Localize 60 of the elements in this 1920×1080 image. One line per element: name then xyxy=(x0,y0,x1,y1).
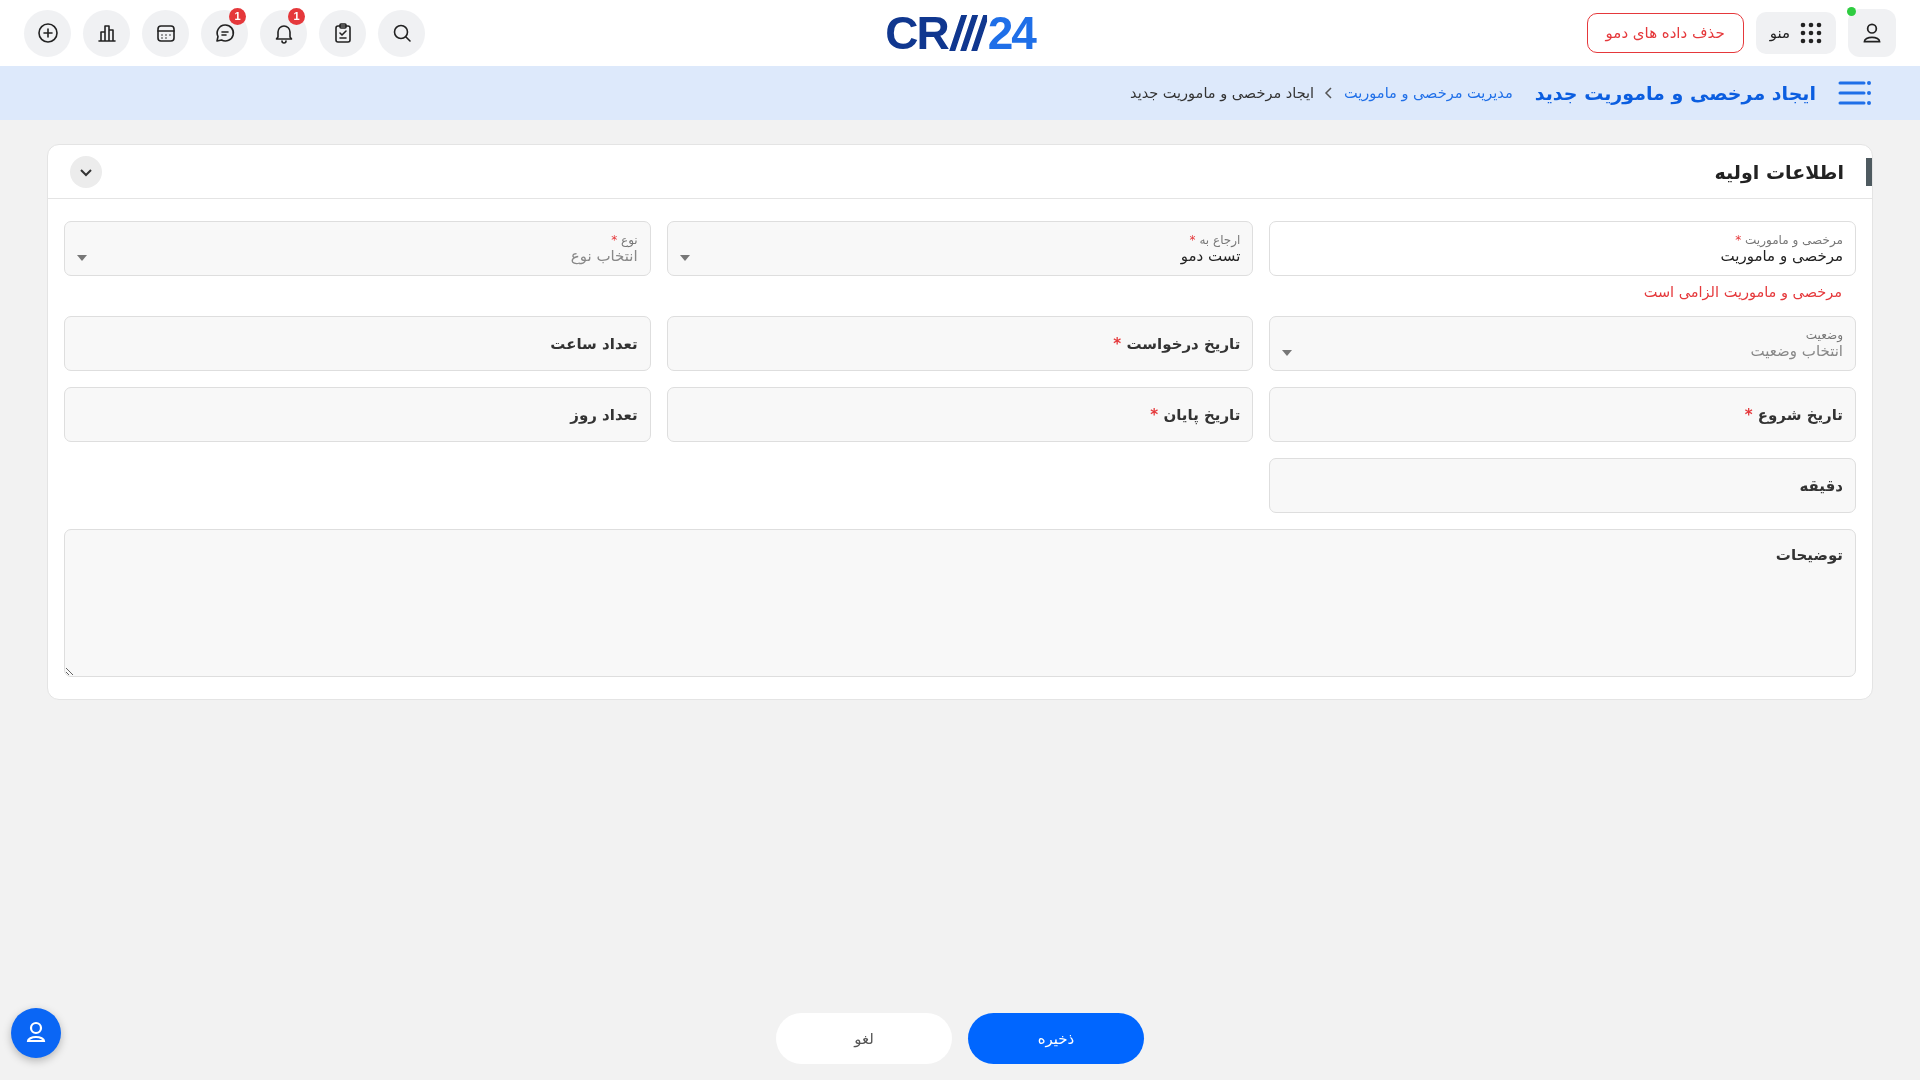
input-field[interactable]: مرخصی و ماموریت * مرخصی و ماموریت xyxy=(1269,221,1856,276)
select-field[interactable]: وضعیت انتخاب وضعیت xyxy=(1269,316,1856,371)
select-placeholder: انتخاب نوع xyxy=(570,246,638,265)
dropdown-caret-icon xyxy=(1282,350,1293,356)
selected-value: تست دمو xyxy=(1180,246,1241,265)
search-button[interactable] xyxy=(378,9,425,57)
field-label: ارجاع به * xyxy=(1189,232,1241,247)
field-label: تعداد ساعت xyxy=(550,334,638,353)
chevron-icon xyxy=(1324,87,1335,99)
field-label: نوع * xyxy=(611,232,638,247)
page-title: ایجاد مرخصی و ماموریت جدید xyxy=(1534,82,1816,104)
text-input[interactable]: مرخصی و ماموریت xyxy=(1720,246,1843,265)
dropdown-caret-icon xyxy=(679,255,690,261)
field-label: تعداد روز xyxy=(570,405,638,424)
collapse-button[interactable] xyxy=(70,155,102,188)
select-field[interactable]: ارجاع به * تست دمو xyxy=(666,221,1254,276)
required-mark: * xyxy=(1189,232,1196,247)
delete-demo-data-button[interactable]: حذف داده های دمو xyxy=(1586,13,1744,53)
input-field[interactable]: تعداد ساعت xyxy=(64,316,651,371)
apps-grid-icon xyxy=(1800,22,1822,44)
notification-badge: 1 xyxy=(229,7,246,25)
description-field[interactable]: توضیحات xyxy=(64,529,1856,677)
bell-button[interactable]: 1 xyxy=(260,9,307,57)
required-mark: * xyxy=(611,232,618,247)
section-title: اطلاعات اولیه xyxy=(1714,157,1872,186)
input-field[interactable]: تعداد روز xyxy=(64,387,651,442)
required-mark: * xyxy=(1113,334,1122,353)
select-field[interactable]: نوع * انتخاب نوع xyxy=(64,221,651,276)
required-mark: * xyxy=(1150,405,1159,424)
plus-button[interactable] xyxy=(24,9,71,57)
select-placeholder: انتخاب وضعیت xyxy=(1750,341,1843,360)
required-mark: * xyxy=(1744,405,1753,424)
clipboard-button[interactable] xyxy=(319,9,366,57)
save-button[interactable]: ذخیره xyxy=(968,1013,1144,1064)
menu-button[interactable]: منو xyxy=(1755,12,1836,54)
breadcrumb-link[interactable]: مدیریت مرخصی و ماموریت xyxy=(1344,85,1513,101)
chart-button[interactable] xyxy=(83,9,130,57)
field-label: تاریخ درخواست * xyxy=(1113,334,1241,353)
dropdown-caret-icon xyxy=(77,255,87,261)
input-field[interactable]: دقیقه xyxy=(1269,458,1856,513)
error-message: مرخصی و ماموریت الزامی است xyxy=(1642,283,1843,300)
chat-button[interactable]: 1 xyxy=(201,9,248,57)
breadcrumb-current: ایجاد مرخصی و ماموریت جدید xyxy=(1130,85,1315,101)
input-field[interactable]: تاریخ پایان * xyxy=(666,387,1254,442)
field-label: تاریخ پایان * xyxy=(1150,405,1241,424)
field-label: مرخصی و ماموریت * xyxy=(1735,232,1843,247)
calendar-button[interactable] xyxy=(142,9,189,57)
required-mark: * xyxy=(1735,232,1742,247)
field-label: دقیقه xyxy=(1799,476,1843,495)
add-icon xyxy=(35,21,60,45)
input-field[interactable]: تاریخ درخواست * xyxy=(666,316,1254,371)
cancel-button[interactable]: لغو xyxy=(776,1013,952,1064)
field-label: تاریخ شروع * xyxy=(1744,405,1843,424)
notification-badge: 1 xyxy=(288,7,305,25)
user-profile-button[interactable] xyxy=(1848,9,1896,57)
input-field[interactable]: تاریخ شروع * xyxy=(1269,387,1856,442)
menu-icon[interactable] xyxy=(1838,80,1872,106)
logo: CR 24 xyxy=(885,6,1035,60)
field-label: وضعیت xyxy=(1805,327,1843,342)
support-button[interactable] xyxy=(11,1008,61,1058)
